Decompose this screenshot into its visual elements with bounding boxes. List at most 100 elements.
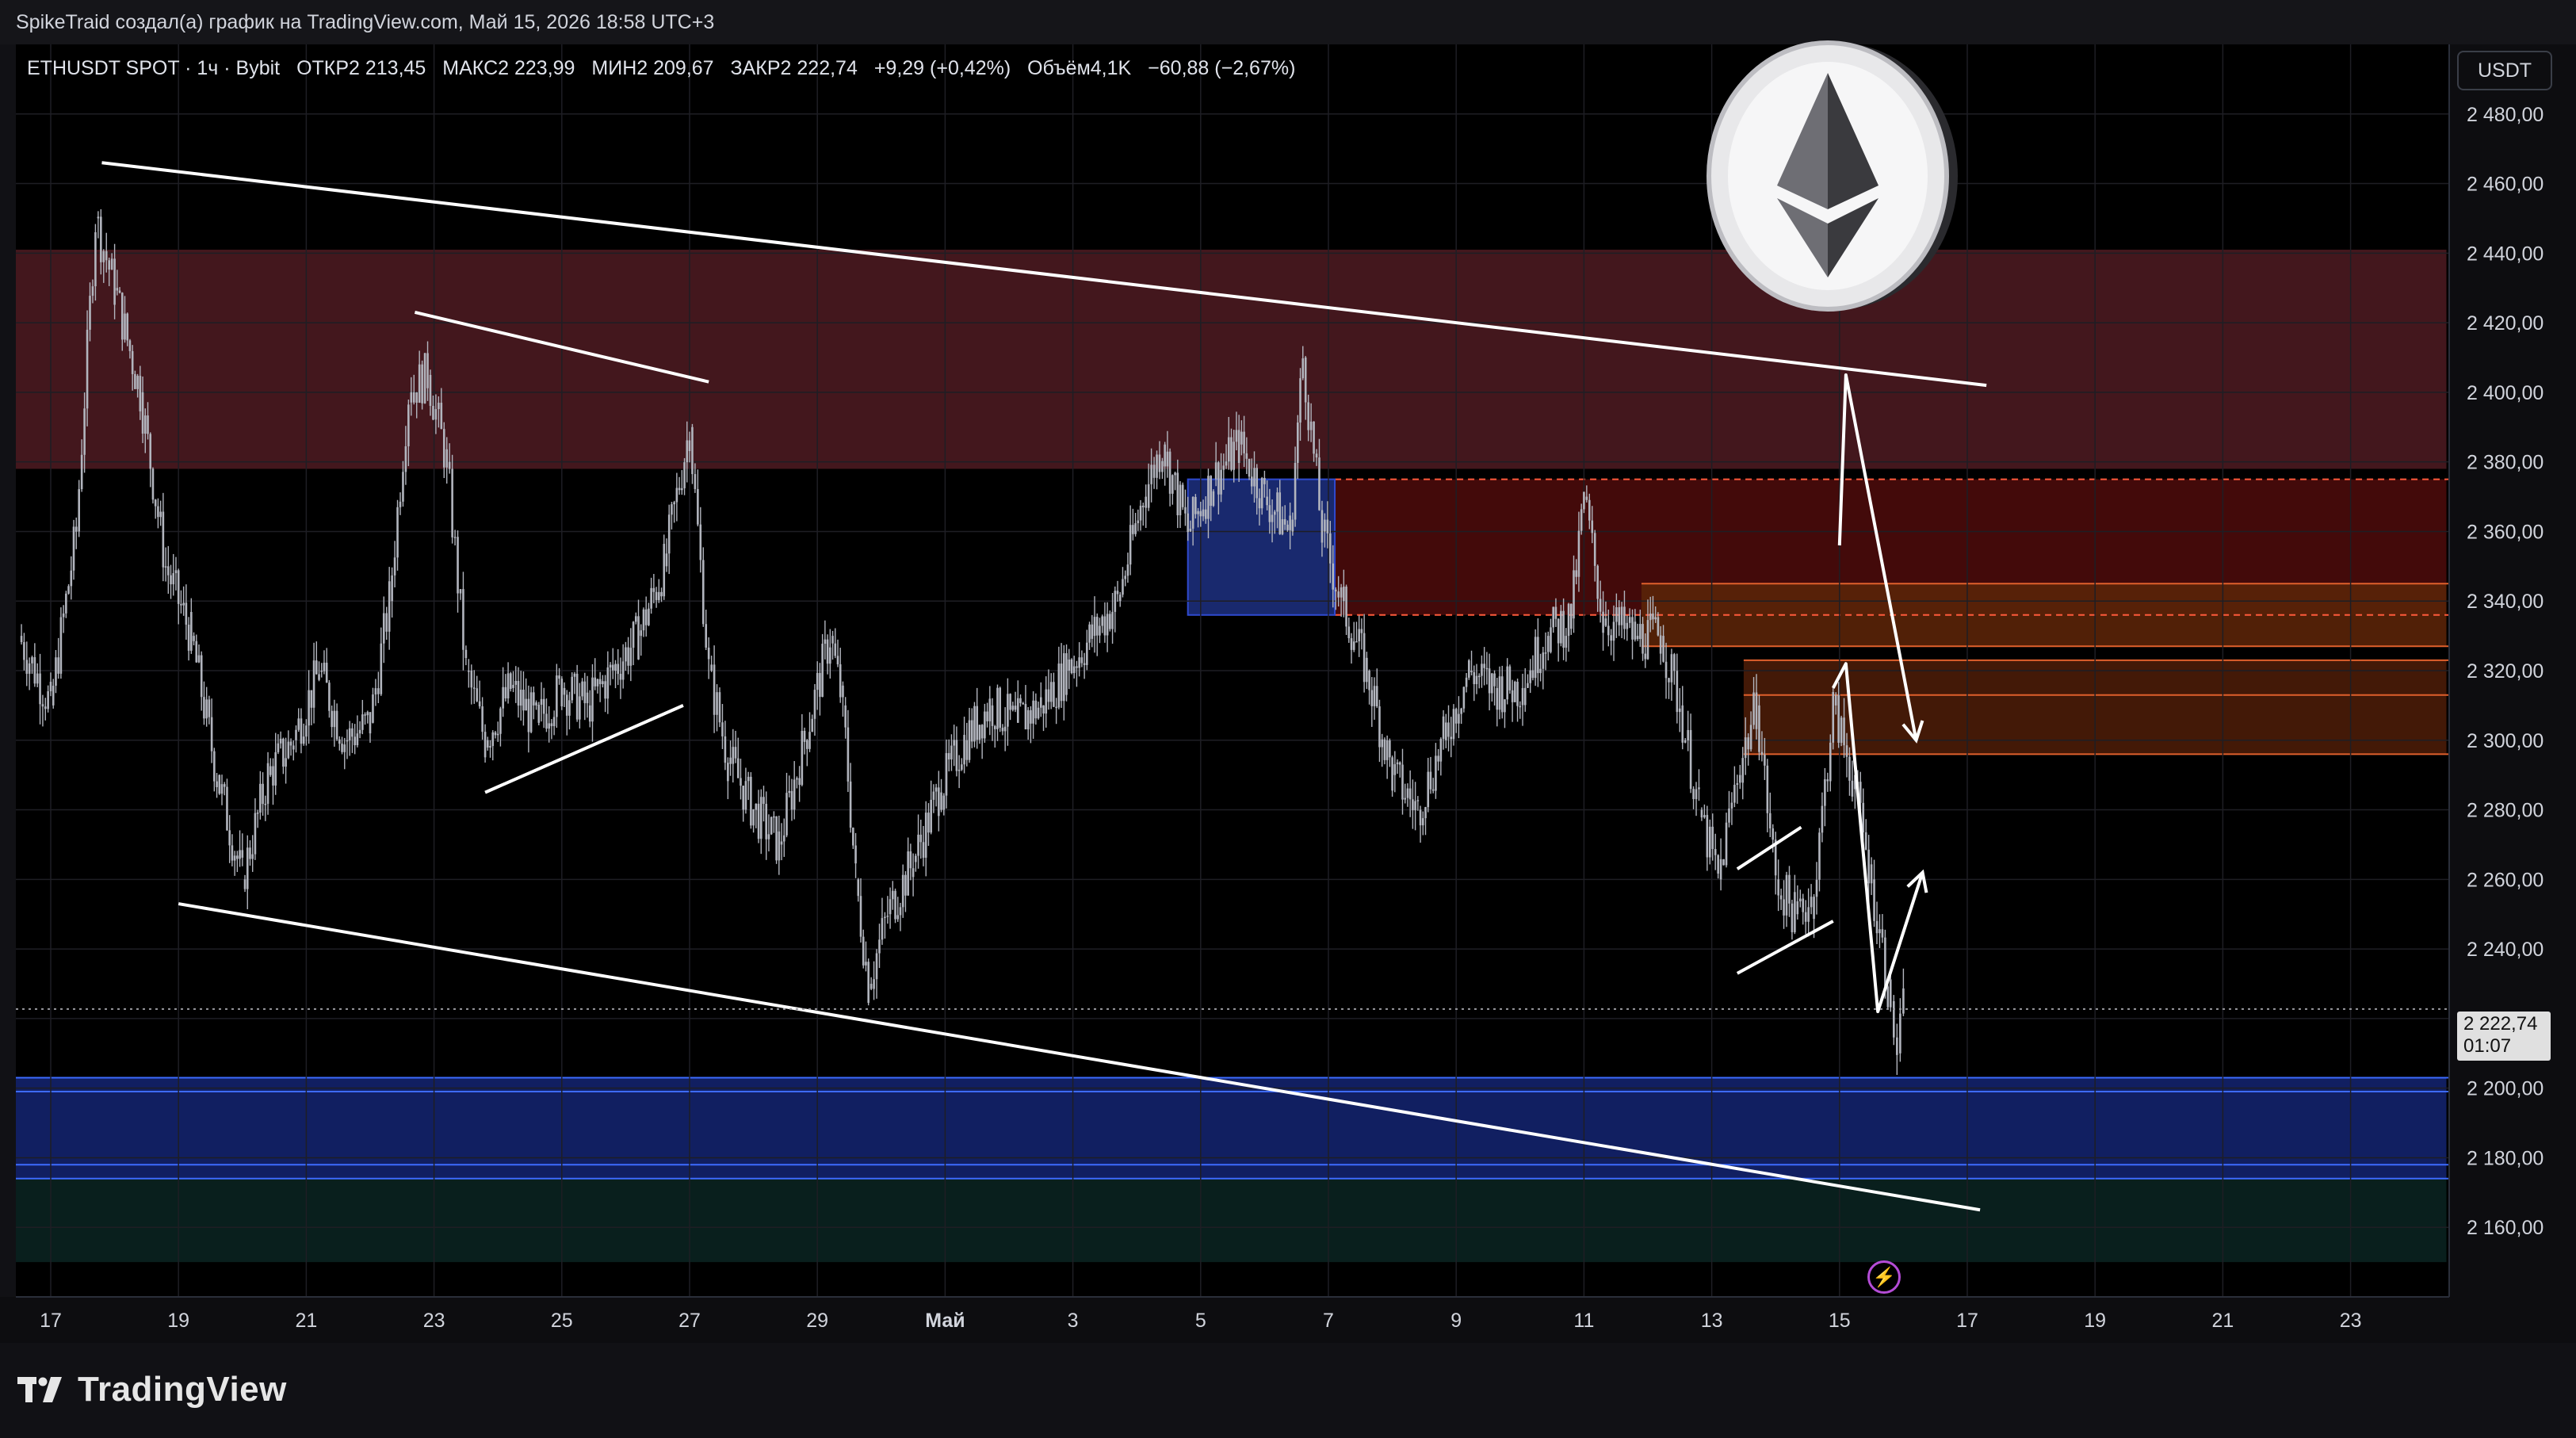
candle-body (407, 404, 410, 447)
candle-body (1212, 491, 1215, 507)
candle-body (131, 350, 134, 374)
candle-body (1141, 505, 1145, 507)
candle-body (218, 774, 221, 794)
candle-body (591, 677, 594, 722)
candle-body (1040, 697, 1042, 708)
candle-body (47, 691, 49, 709)
candle-body (1176, 472, 1179, 515)
candle-body (1615, 607, 1618, 622)
candle-body (243, 879, 247, 889)
candle-body (1516, 682, 1519, 706)
candle-body (560, 679, 564, 707)
lightning-bolt-icon[interactable]: ⚡ (1867, 1260, 1901, 1294)
candle-body (724, 736, 727, 763)
candle-body (1324, 519, 1326, 532)
candle-body (44, 706, 47, 709)
candle-body (154, 499, 157, 507)
candle-body (354, 736, 356, 746)
candle-body (300, 718, 303, 744)
legend-open: ОТКР2 213,45 (296, 57, 426, 79)
candle-body (315, 660, 318, 675)
candle-body (1189, 528, 1192, 532)
candle-body (919, 834, 923, 843)
candle-body (1427, 771, 1430, 808)
candle-body (478, 701, 481, 707)
candle-body (91, 286, 94, 296)
candle-body (821, 644, 824, 698)
candle-body (793, 779, 796, 810)
candle-body (331, 710, 333, 728)
candle-body (338, 739, 341, 744)
candle-body (806, 740, 808, 749)
candle-body (346, 740, 349, 742)
price-chart[interactable]: 2 160,002 180,002 200,002 220,002 240,00… (0, 0, 2576, 1438)
candle-body (1368, 671, 1370, 690)
candle-body (980, 725, 984, 739)
candle-body (277, 743, 280, 752)
candle-body (1009, 694, 1011, 710)
currency-button[interactable]: USDT (2457, 51, 2552, 90)
candle-body (136, 376, 139, 389)
candle-body (942, 795, 946, 810)
candle-body (1268, 505, 1271, 522)
candle-body (67, 586, 70, 594)
candle-body (459, 589, 462, 594)
candle-body (1798, 898, 1802, 902)
candle-body (86, 329, 89, 409)
candle-body (205, 699, 208, 719)
candle-body (884, 916, 886, 919)
candle-body (78, 489, 80, 532)
tradingview-logo[interactable]: TradingView (17, 1370, 287, 1409)
price-tick-label: 2 340,00 (2467, 591, 2544, 613)
candle-body (323, 662, 326, 671)
candle-body (986, 711, 988, 721)
candle-body (1099, 625, 1101, 636)
candle-body (1902, 988, 1905, 1014)
candle-body (667, 514, 671, 554)
candle-body (1870, 864, 1873, 884)
candle-body (262, 783, 264, 805)
candle-body (1668, 678, 1670, 683)
candle-body (208, 699, 211, 717)
time-tick-label: Май (925, 1310, 965, 1332)
candle-body (1014, 706, 1017, 710)
candle-body (1557, 618, 1560, 644)
candle-body (1431, 789, 1435, 791)
candle-body (1103, 616, 1106, 636)
footer (0, 1343, 2576, 1438)
candle-body (1042, 705, 1045, 714)
candle-body (1575, 570, 1578, 577)
candle-body (1867, 849, 1870, 884)
candle-body (494, 732, 497, 736)
candle-body (1577, 530, 1580, 577)
candle-body (1126, 564, 1129, 576)
candle-body (1607, 625, 1610, 636)
candle-body (707, 647, 710, 660)
candle-body (993, 725, 996, 729)
candle-body (1689, 729, 1692, 790)
candle-body (829, 647, 831, 664)
candle-body (457, 537, 459, 594)
candle-body (364, 714, 366, 716)
candle-body (1385, 740, 1389, 760)
candle-body (637, 616, 640, 660)
candle-body (759, 797, 762, 839)
candle-body (849, 781, 852, 828)
candle-body (1345, 587, 1347, 627)
price-tick-label: 2 380,00 (2467, 452, 2544, 474)
candle-body (1766, 765, 1769, 813)
candle-body (341, 744, 343, 752)
candle-body (172, 573, 175, 585)
candle-body (25, 660, 29, 674)
candle-body (388, 581, 391, 632)
candle-body (382, 613, 385, 644)
candle-body (558, 675, 560, 679)
candle-body (487, 740, 489, 748)
candle-body (1500, 676, 1504, 713)
candle-body (1408, 788, 1412, 800)
time-tick-label: 23 (423, 1310, 445, 1332)
candle-body (464, 649, 468, 659)
legend-symbol[interactable]: ETHUSDT SPOT · 1ч · Bybit (27, 57, 280, 79)
candle-body (1406, 788, 1409, 798)
candle-body (889, 899, 892, 915)
